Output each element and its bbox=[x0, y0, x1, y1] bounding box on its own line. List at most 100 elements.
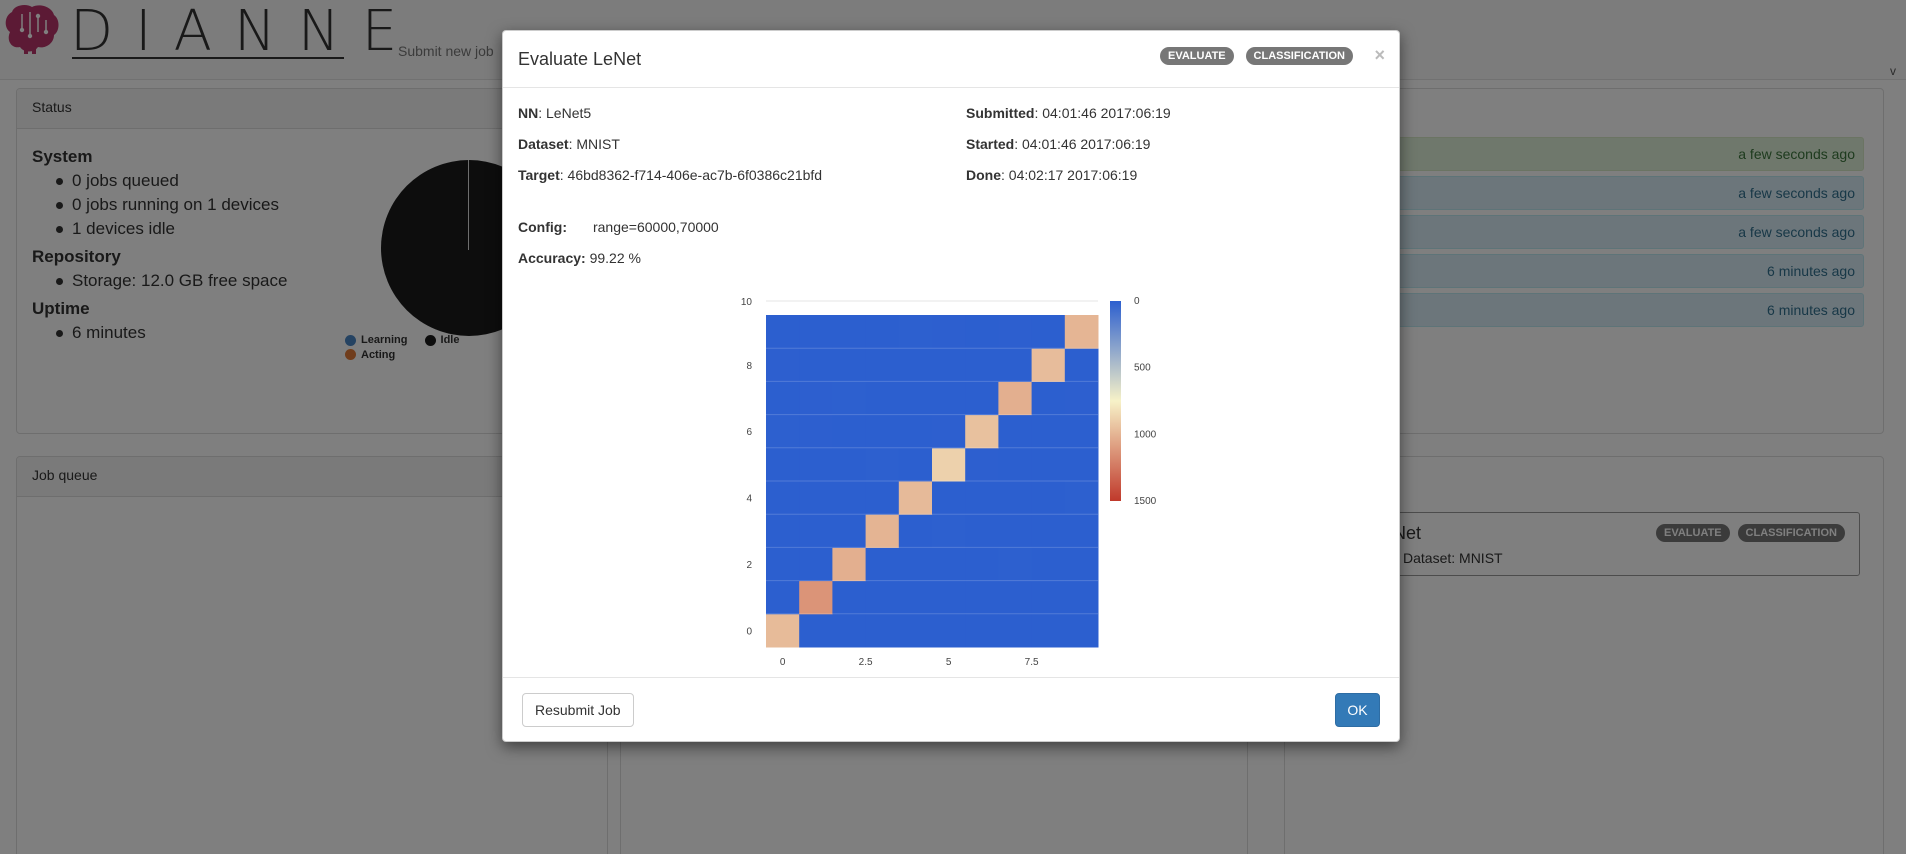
started-info: Started: 04:01:46 2017:06:19 bbox=[966, 136, 1151, 152]
config-info: Config: range=60000,70000 bbox=[518, 219, 719, 235]
x-tick-label: 7.5 bbox=[1025, 657, 1039, 668]
heatmap-cell bbox=[1031, 447, 1066, 482]
heatmap-cell bbox=[766, 348, 800, 382]
heatmap-cell bbox=[965, 580, 999, 615]
nn-info: NN: LeNet5 bbox=[518, 105, 592, 121]
heatmap-cell bbox=[832, 547, 867, 582]
heatmap-cell bbox=[799, 315, 833, 349]
colorbar-tick-label: 0 bbox=[1134, 296, 1140, 307]
heatmap-cell bbox=[965, 315, 999, 349]
heatmap-cell bbox=[832, 481, 867, 515]
heatmap-cell bbox=[998, 315, 1033, 349]
heatmap-cell bbox=[898, 547, 933, 582]
heatmap-cell bbox=[799, 514, 833, 548]
heatmap-cell bbox=[1031, 381, 1066, 416]
heatmap-cell bbox=[766, 481, 800, 515]
heatmap-cell bbox=[898, 514, 933, 548]
heatmap-cell bbox=[898, 580, 933, 615]
heatmap-cell bbox=[898, 613, 933, 648]
y-tick-label: 0 bbox=[746, 626, 752, 637]
heatmap-cell bbox=[1031, 514, 1066, 548]
heatmap-cell bbox=[865, 613, 900, 648]
y-tick-label: 10 bbox=[741, 297, 753, 308]
heatmap-cell bbox=[898, 481, 933, 515]
heatmap-cell bbox=[832, 447, 867, 482]
heatmap-cell bbox=[799, 547, 833, 582]
heatmap-cell bbox=[832, 381, 867, 416]
heatmap-cell bbox=[799, 348, 833, 382]
modal-title: Evaluate LeNet bbox=[518, 49, 642, 69]
heatmap-cell bbox=[865, 414, 900, 449]
heatmap-cell bbox=[1064, 381, 1099, 416]
heatmap-cell bbox=[865, 348, 900, 382]
badge-evaluate: EVALUATE bbox=[1159, 47, 1234, 65]
heatmap-cell bbox=[1064, 613, 1099, 648]
x-tick-label: 5 bbox=[946, 657, 952, 668]
heatmap-cell bbox=[1031, 580, 1066, 615]
confusion-matrix-heatmap: 0 2 4 6 8 10 0 2.5 5 7.5 0 500 1000 1500 bbox=[741, 296, 1157, 668]
heatmap-cell bbox=[766, 447, 800, 482]
heatmap-cell bbox=[898, 381, 933, 416]
heatmap-cell bbox=[932, 514, 966, 548]
heatmap-cell bbox=[932, 447, 966, 482]
heatmap-cell bbox=[932, 580, 966, 615]
heatmap-cell bbox=[1031, 481, 1066, 515]
heatmap-cell bbox=[932, 348, 966, 382]
heatmap-cell bbox=[832, 580, 867, 615]
heatmap-cell bbox=[1064, 348, 1099, 382]
heatmap-cell bbox=[998, 613, 1033, 648]
heatmap-cell bbox=[1064, 547, 1099, 582]
heatmap-cell bbox=[1064, 414, 1099, 449]
heatmap-cell bbox=[965, 613, 999, 648]
heatmap-cell bbox=[932, 481, 966, 515]
heatmap-cell bbox=[799, 613, 833, 648]
colorbar-tick-label: 1500 bbox=[1134, 496, 1157, 507]
colorbar bbox=[1110, 301, 1121, 501]
heatmap-cell bbox=[799, 447, 833, 482]
target-info: Target: 46bd8362-f714-406e-ac7b-6f0386c2… bbox=[518, 167, 823, 183]
heatmap-cell bbox=[832, 348, 867, 382]
heatmap-cell bbox=[998, 414, 1033, 449]
heatmap-cell bbox=[998, 348, 1033, 382]
y-tick-label: 2 bbox=[746, 560, 752, 571]
heatmap-cell bbox=[766, 547, 800, 582]
heatmap-cell bbox=[1031, 613, 1066, 648]
x-tick-label: 2.5 bbox=[859, 657, 873, 668]
heatmap-cell bbox=[1064, 315, 1099, 349]
heatmap-cell bbox=[832, 315, 867, 349]
heatmap-cell bbox=[766, 580, 800, 615]
heatmap-cell bbox=[1064, 447, 1099, 482]
modal-header: Evaluate LeNet EVALUATE CLASSIFICATION × bbox=[503, 31, 1399, 88]
heatmap-cell bbox=[865, 381, 900, 416]
heatmap-cell bbox=[865, 580, 900, 615]
heatmap-cell bbox=[965, 348, 999, 382]
heatmap-cell bbox=[998, 447, 1033, 482]
colorbar-tick-label: 1000 bbox=[1134, 429, 1157, 440]
done-info: Done: 04:02:17 2017:06:19 bbox=[966, 167, 1138, 183]
heatmap-cell bbox=[865, 315, 900, 349]
heatmap-cell bbox=[1031, 348, 1066, 382]
heatmap-cell bbox=[766, 315, 800, 349]
heatmap-cell bbox=[898, 447, 933, 482]
heatmap-cell bbox=[1031, 547, 1066, 582]
close-icon[interactable]: × bbox=[1374, 45, 1385, 66]
heatmap-cell bbox=[865, 547, 900, 582]
heatmap-cell bbox=[766, 613, 800, 648]
heatmap-cell bbox=[932, 613, 966, 648]
heatmap-cell bbox=[932, 547, 966, 582]
x-tick-label: 0 bbox=[780, 657, 786, 668]
heatmap-cell bbox=[832, 613, 867, 648]
heatmap-cell bbox=[898, 315, 933, 349]
heatmap-cell bbox=[799, 381, 833, 416]
resubmit-job-button[interactable]: Resubmit Job bbox=[522, 693, 634, 727]
heatmap-cell bbox=[932, 315, 966, 349]
heatmap-cell bbox=[898, 414, 933, 449]
heatmap-cell bbox=[832, 514, 867, 548]
heatmap-cell bbox=[998, 481, 1033, 515]
heatmap-cell bbox=[965, 381, 999, 416]
heatmap-cell bbox=[998, 514, 1033, 548]
heatmap-cell bbox=[932, 381, 966, 416]
heatmap-cell bbox=[932, 414, 966, 449]
heatmap-cell bbox=[766, 514, 800, 548]
ok-button[interactable]: OK bbox=[1335, 693, 1380, 727]
